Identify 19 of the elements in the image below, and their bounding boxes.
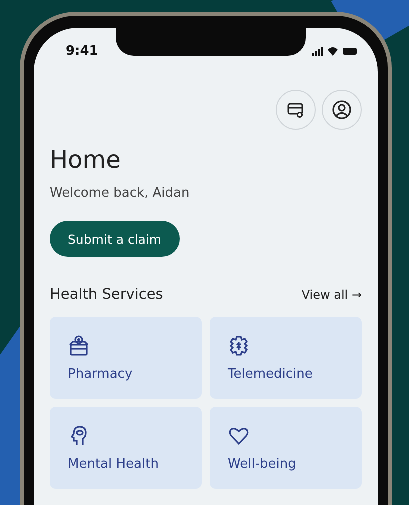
head-icon <box>68 425 90 447</box>
card-button[interactable] <box>276 90 316 130</box>
profile-button[interactable] <box>322 90 362 130</box>
submit-claim-button[interactable]: Submit a claim <box>50 221 180 257</box>
section-title: Health Services <box>50 287 164 303</box>
gear-icon <box>228 335 250 357</box>
status-time: 9:41 <box>66 44 98 58</box>
view-all-link[interactable]: View all → <box>302 288 362 302</box>
service-card[interactable]: Mental Health <box>50 407 202 489</box>
user-icon <box>332 100 352 120</box>
service-card[interactable]: Telemedicine <box>210 317 362 399</box>
service-card[interactable]: Pharmacy <box>50 317 202 399</box>
page-title: Home <box>50 146 122 174</box>
heart-icon <box>228 425 250 447</box>
card-icon <box>287 101 305 119</box>
pharmacy-box-icon <box>68 335 90 357</box>
welcome-text: Welcome back, Aidan <box>50 186 191 201</box>
service-card[interactable]: Well-being <box>210 407 362 489</box>
status-icons <box>312 46 358 56</box>
